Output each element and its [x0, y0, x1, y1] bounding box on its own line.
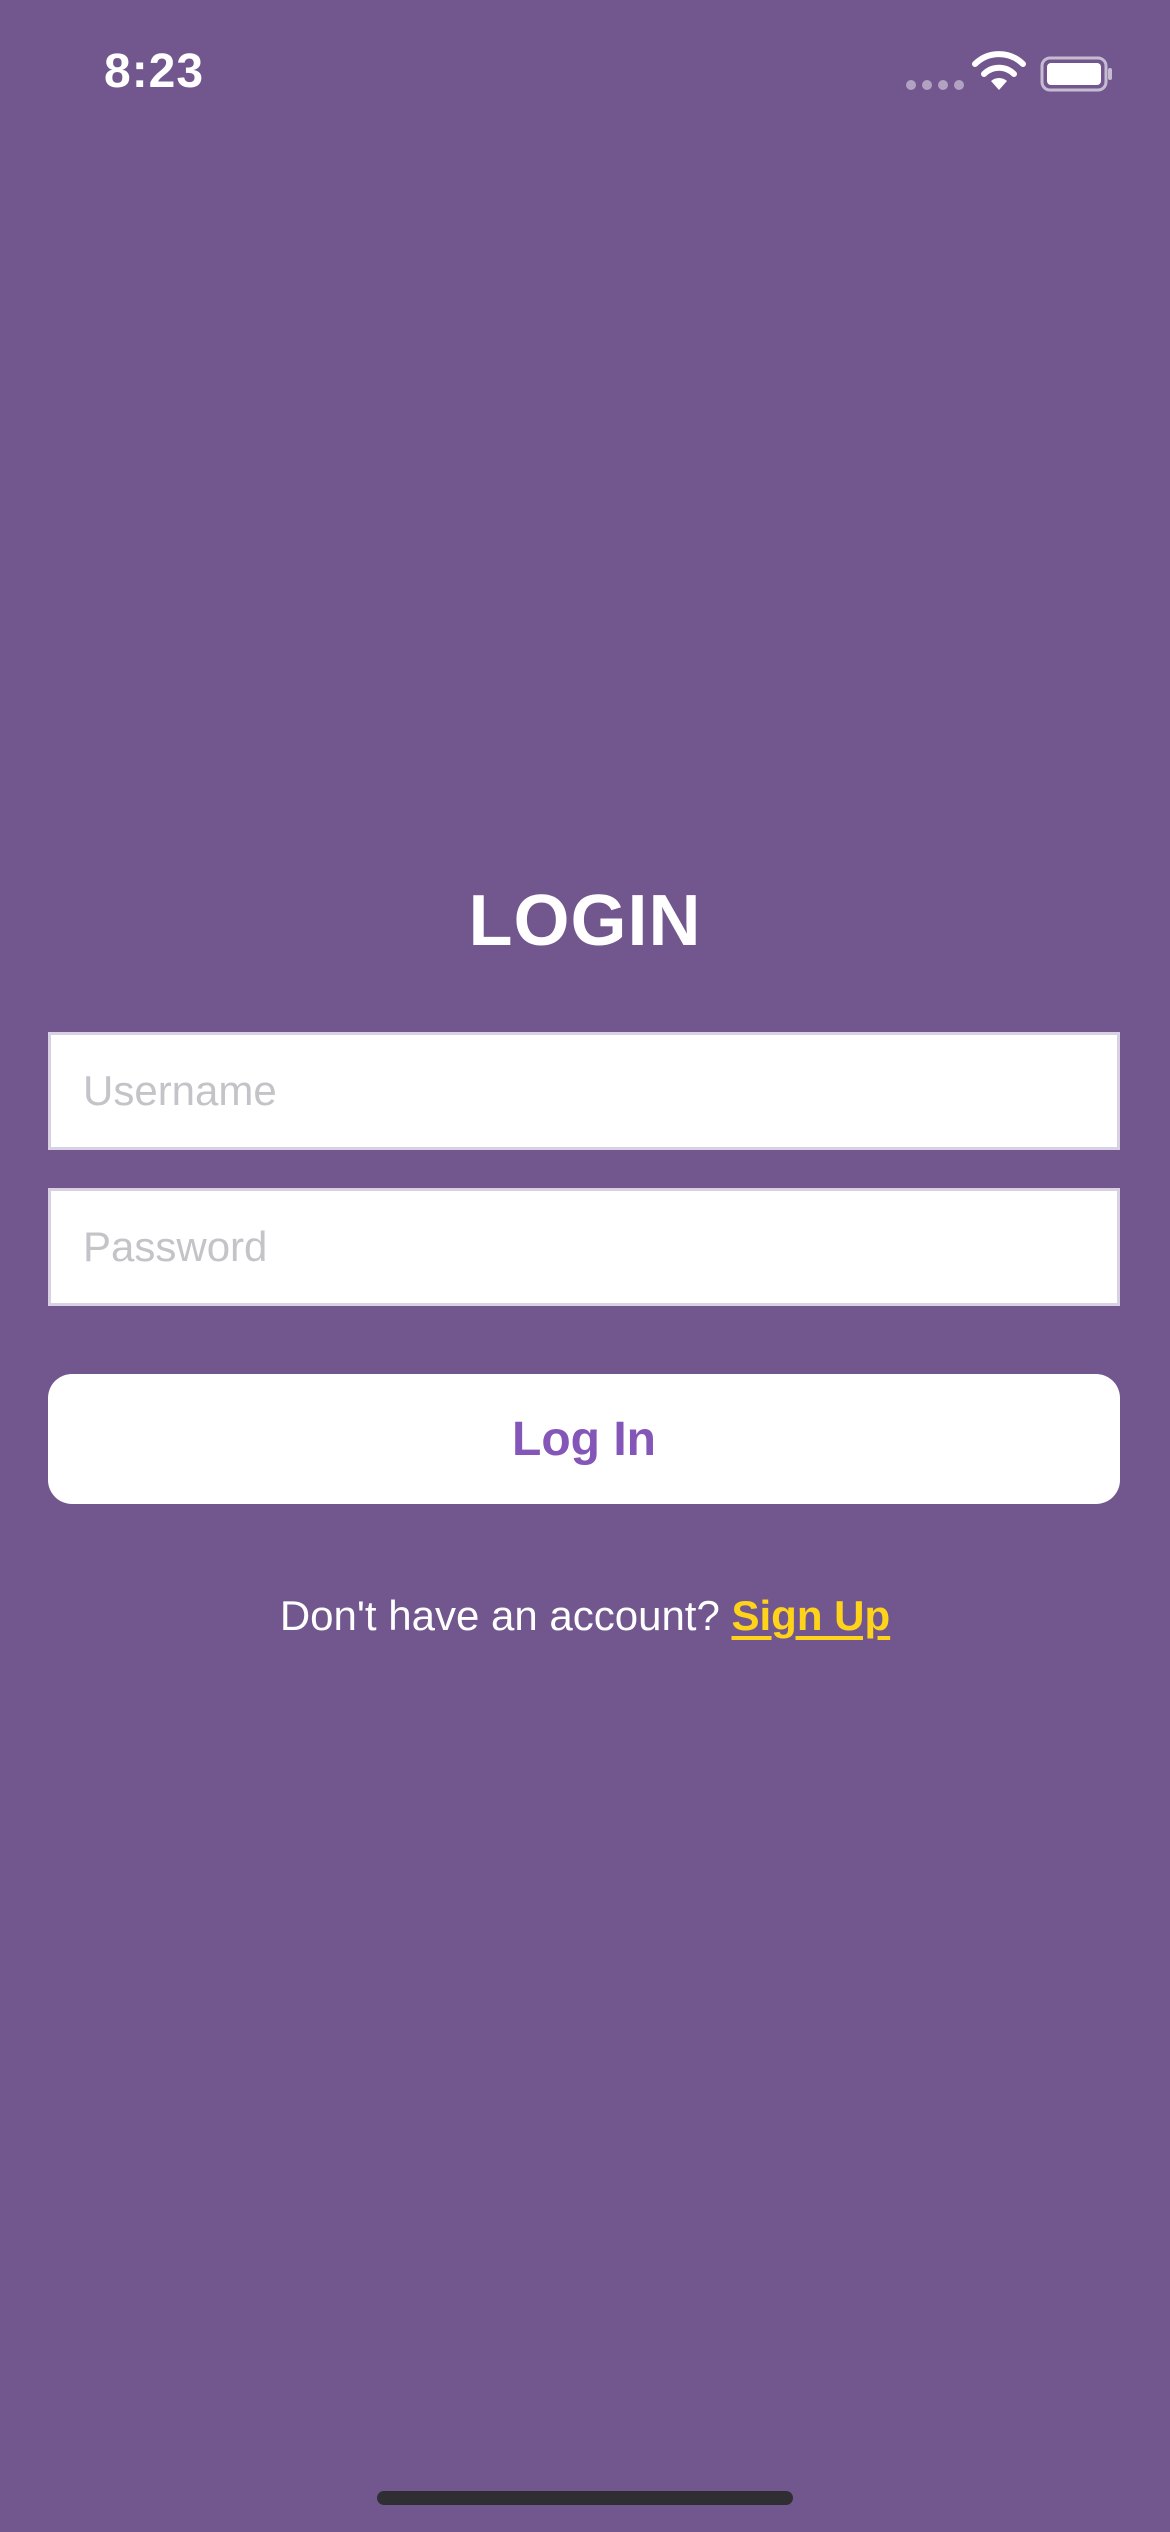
wifi-icon	[972, 51, 1026, 90]
battery-icon	[1040, 56, 1112, 92]
home-indicator[interactable]	[377, 2491, 793, 2505]
page-title: LOGIN	[468, 881, 702, 961]
signup-row: Don't have an account? Sign Up	[0, 1592, 1170, 1640]
status-time: 8:23	[104, 45, 205, 98]
cellular-signal-icon	[906, 80, 964, 90]
signup-prompt: Don't have an account?	[279, 1592, 732, 1639]
username-input[interactable]	[48, 1032, 1120, 1150]
password-input[interactable]	[48, 1188, 1120, 1306]
signup-link[interactable]: Sign Up	[732, 1592, 891, 1639]
login-button[interactable]: Log In	[48, 1374, 1120, 1504]
status-bar: 8:23	[0, 0, 1170, 140]
